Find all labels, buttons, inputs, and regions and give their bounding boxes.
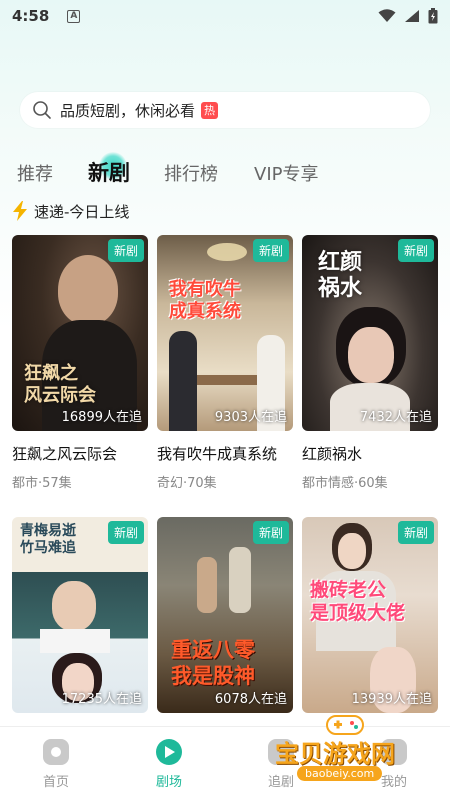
drama-title[interactable]: 我有吹牛成真系统 [157,443,293,464]
search-icon [33,101,51,119]
watermark-url: baobeiy.com [297,766,383,781]
nav-theater[interactable]: 剧场 [139,739,199,790]
viewer-count: 7432人在追 [359,410,432,425]
category-tabs: 推荐 新剧 排行榜 VIP专享 [0,152,450,192]
drama-meta: 都市情感·60集 [302,476,388,491]
poster-figure [169,331,197,431]
section-title: 速递-今日上线 [34,202,130,221]
drama-card[interactable]: 搬砖老公 是顶级大佬 新剧 13939人在追 [302,517,438,713]
new-badge: 新剧 [252,521,289,544]
new-badge: 新剧 [107,521,144,544]
drama-title[interactable]: 红颜祸水 [302,443,438,464]
drama-meta: 都市·57集 [12,476,72,491]
drama-poster[interactable]: 搬砖老公 是顶级大佬 新剧 13939人在追 [302,517,438,713]
poster-figure-face [338,533,366,569]
nav-home[interactable]: 首页 [26,739,86,790]
lightning-icon [13,201,27,221]
poster-table [197,375,257,385]
viewer-count: 17235人在追 [61,692,142,707]
poster-figure [197,557,217,613]
new-badge: 新剧 [397,521,434,544]
search-bar[interactable]: 品质短剧，休闲必看 热 [20,92,430,128]
tab-recommend[interactable]: 推荐 [17,160,53,186]
wifi-icon [378,9,396,22]
drama-title[interactable]: 狂飙之风云际会 [12,443,148,464]
poster-figure [348,327,394,383]
drama-poster[interactable]: 狂飙之 风云际会 新剧 16899人在追 [12,235,148,431]
drama-meta: 奇幻·70集 [157,476,217,491]
gamepad-icon [326,715,364,735]
poster-title-art: 我有吹牛 成真系统 [169,279,241,322]
drama-card[interactable]: 青梅易逝 竹马难追 新剧 17235人在追 [12,517,148,713]
hot-badge: 热 [201,101,219,119]
tab-new-drama[interactable]: 新剧 [88,157,130,187]
poster-title-art: 重返八零 我是股神 [171,637,255,688]
status-time: 4:58 [12,7,50,25]
tab-ranking[interactable]: 排行榜 [164,160,218,186]
poster-figure [229,547,251,613]
home-icon [43,739,69,765]
new-badge: 新剧 [252,239,289,262]
poster-figure [58,255,118,325]
nav-theater-label: 剧场 [155,775,182,790]
drama-card[interactable]: 红颜 祸水 新剧 7432人在追 红颜祸水 都市情感·60集 [302,235,438,491]
drama-poster[interactable]: 重返八零 我是股神 新剧 6078人在追 [157,517,293,713]
poster-title-art: 红颜 祸水 [318,249,363,301]
poster-title-art: 青梅易逝 竹马难追 [20,523,76,556]
viewer-count: 13939人在追 [351,692,432,707]
signal-icon [405,10,419,22]
section-header: 速递-今日上线 [12,200,129,222]
play-icon [156,739,182,765]
search-placeholder: 品质短剧，休闲必看 [60,101,196,120]
drama-card[interactable]: 我有吹牛 成真系统 新剧 9303人在追 我有吹牛成真系统 奇幻·70集 [157,235,293,491]
status-bar: 4:58 A [0,0,450,32]
watermark-text: 宝贝游戏网 [275,740,395,768]
poster-figure [52,581,96,631]
drama-card[interactable]: 重返八零 我是股神 新剧 6078人在追 [157,517,293,713]
poster-title-art: 狂飙之 风云际会 [24,363,96,406]
nav-home-label: 首页 [42,775,69,790]
notification-a-icon: A [67,9,81,23]
drama-poster[interactable]: 红颜 祸水 新剧 7432人在追 [302,235,438,431]
drama-card[interactable]: 狂飙之 风云际会 新剧 16899人在追 狂飙之风云际会 都市·57集 [12,235,148,491]
new-badge: 新剧 [397,239,434,262]
poster-title-art: 搬砖老公 是顶级大佬 [310,579,406,624]
drama-poster[interactable]: 我有吹牛 成真系统 新剧 9303人在追 [157,235,293,431]
viewer-count: 9303人在追 [214,410,287,425]
viewer-count: 16899人在追 [61,410,142,425]
site-watermark: 宝贝游戏网 baobeiy.com [275,712,445,796]
poster-figure-body [40,629,110,653]
new-badge: 新剧 [107,239,144,262]
tab-vip[interactable]: VIP专享 [254,160,318,186]
battery-icon [428,8,438,24]
viewer-count: 6078人在追 [214,692,287,707]
status-icons [378,8,438,24]
drama-poster[interactable]: 青梅易逝 竹马难追 新剧 17235人在追 [12,517,148,713]
poster-chandelier [207,243,247,261]
